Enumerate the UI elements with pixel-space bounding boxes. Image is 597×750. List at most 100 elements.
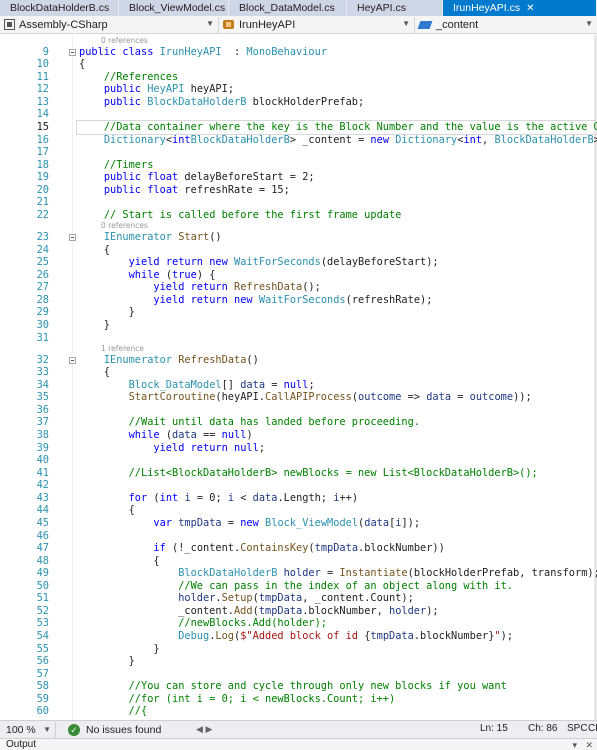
code-token: }: [79, 318, 110, 331]
close-icon[interactable]: ✕: [585, 739, 593, 750]
code-token: .Length;: [277, 491, 334, 504]
code-line[interactable]: 45 var tmpData = new Block_ViewModel(dat…: [0, 517, 597, 530]
code-line[interactable]: 29 }: [0, 306, 597, 319]
code-text: //{: [79, 705, 148, 718]
code-line[interactable]: 9 public class IrunHeyAPI : MonoBehaviour: [0, 46, 597, 59]
line-ending-indicator[interactable]: CR: [588, 723, 597, 734]
arrow-left-icon[interactable]: ◀: [196, 724, 203, 734]
code-line[interactable]: 25 yield return new WaitForSeconds(delay…: [0, 256, 597, 269]
project-dropdown[interactable]: Assembly-CSharp ▼: [0, 16, 219, 33]
code-line[interactable]: 52 _content.Add(tmpData.blockNumber, hol…: [0, 605, 597, 618]
code-line[interactable]: 31: [0, 332, 597, 345]
tab-irunheyapi[interactable]: IrunHeyAPI.cs ✕: [443, 0, 597, 16]
code-text: yield return RefreshData();: [79, 281, 320, 294]
member-dropdown[interactable]: _content ▼: [415, 17, 597, 33]
codelens-references[interactable]: 0 references: [101, 36, 148, 45]
code-line[interactable]: 59 //for (int i = 0; i < newBlocks.Count…: [0, 693, 597, 706]
code-line[interactable]: 24 {: [0, 244, 597, 257]
code-text: yield return null;: [79, 442, 265, 455]
line-number-indicator[interactable]: Ln: 15: [480, 723, 508, 734]
code-token: (heyAPI.: [215, 391, 266, 404]
code-line[interactable]: 37 //Wait until data has landed before p…: [0, 416, 597, 429]
code-line[interactable]: 30 }: [0, 319, 597, 332]
code-line[interactable]: 48 {: [0, 555, 597, 568]
code-token: RefreshData: [234, 281, 303, 294]
chevron-down-icon[interactable]: ▾: [572, 739, 577, 750]
code-line[interactable]: 36: [0, 404, 597, 417]
code-line[interactable]: 38 while (data == null): [0, 429, 597, 442]
code-line[interactable]: 44 {: [0, 504, 597, 517]
code-line[interactable]: 58 //You can store and cycle through onl…: [0, 680, 597, 693]
arrow-right-icon[interactable]: ▶: [205, 724, 212, 734]
code-line[interactable]: 42: [0, 479, 597, 492]
code-line[interactable]: 53 //newBlocks.Add(holder);: [0, 617, 597, 630]
code-token: int: [172, 133, 191, 146]
code-line[interactable]: 22 // Start is called before the first f…: [0, 209, 597, 222]
zoom-dropdown[interactable]: 100 % ▼: [0, 721, 56, 738]
codelens-references[interactable]: 0 references: [101, 221, 148, 230]
code-line[interactable]: 17: [0, 146, 597, 159]
code-line[interactable]: 11 //References: [0, 71, 597, 84]
code-token: (blockHolderPrefab, transform);: [407, 567, 597, 580]
code-line[interactable]: 16 Dictionary<intBlockDataHolderB> _cont…: [0, 134, 597, 147]
code-line[interactable]: 50 //We can pass in the index of an obje…: [0, 580, 597, 593]
code-token: public: [103, 83, 148, 96]
code-line[interactable]: 55 }: [0, 643, 597, 656]
code-line[interactable]: 27 yield return RefreshData();: [0, 281, 597, 294]
collapse-icon[interactable]: [69, 48, 76, 56]
code-line[interactable]: 10 {: [0, 58, 597, 71]
close-icon[interactable]: ✕: [526, 3, 534, 14]
column-indicator[interactable]: Ch: 86: [528, 723, 557, 734]
code-line[interactable]: 32 IEnumerator RefreshData(): [0, 354, 597, 367]
code-line[interactable]: 13 public BlockDataHolderB blockHolderPr…: [0, 96, 597, 109]
code-line[interactable]: 56 }: [0, 655, 597, 668]
code-token: }: [79, 306, 135, 319]
code-line[interactable]: 26 while (true) {: [0, 269, 597, 282]
code-line[interactable]: 33 {: [0, 366, 597, 379]
tab-block-datamodel[interactable]: Block_DataModel.cs✕: [229, 0, 347, 16]
code-line[interactable]: 19 public float delayBeforeStart = 2;: [0, 171, 597, 184]
code-line[interactable]: 34 Block_DataModel[] data = null;: [0, 379, 597, 392]
whitespace-mode-indicator[interactable]: SPC: [567, 723, 588, 734]
code-line[interactable]: 15 //Data container where the key is the…: [0, 119, 597, 135]
code-line[interactable]: 49 BlockDataHolderB holder = Instantiate…: [0, 567, 597, 580]
code-line[interactable]: 39 yield return null;: [0, 442, 597, 455]
code-line[interactable]: 12 public HeyAPI heyAPI;: [0, 83, 597, 96]
tab-blockdataholderb[interactable]: BlockDataHolderB.cs✕: [0, 0, 119, 16]
code-token: yield: [153, 293, 191, 306]
tab-block-viewmodel[interactable]: Block_ViewModel.cs✕: [119, 0, 229, 16]
code-line[interactable]: 60 //{: [0, 705, 597, 718]
code-token: .blockNumber}: [413, 630, 495, 642]
code-line[interactable]: 35 StartCoroutine(heyAPI.CallAPIProcess(…: [0, 391, 597, 404]
codelens-references[interactable]: 1 reference: [101, 344, 144, 353]
tab-heyapi[interactable]: HeyAPI.cs✕: [347, 0, 443, 16]
code-line[interactable]: 43 for (int i = 0; i < data.Length; i++): [0, 492, 597, 505]
code-editor[interactable]: 0 references 9 public class IrunHeyAPI : M…: [0, 35, 597, 720]
code-line[interactable]: 54 Debug.Log($"Added block of id {tmpDat…: [0, 630, 597, 643]
output-title: Output: [6, 739, 37, 750]
code-line[interactable]: 46: [0, 530, 597, 543]
issues-indicator[interactable]: ✓ No issues found: [68, 722, 178, 738]
code-line[interactable]: 40: [0, 454, 597, 467]
code-line[interactable]: 18 //Timers: [0, 159, 597, 172]
code-line[interactable]: 57: [0, 668, 597, 681]
code-line[interactable]: 14: [0, 108, 597, 121]
code-line[interactable]: 21: [0, 196, 597, 209]
collapse-icon[interactable]: [69, 234, 76, 242]
type-dropdown[interactable]: IrunHeyAPI ▼: [219, 16, 415, 33]
code-line[interactable]: 23 IEnumerator Start(): [0, 231, 597, 244]
code-line[interactable]: 41 //List<BlockDataHolderB> newBlocks = …: [0, 467, 597, 480]
code-line[interactable]: 28 yield return new WaitForSeconds(refre…: [0, 294, 597, 307]
code-line[interactable]: 47 if (!_content.ContainsKey(tmpData.blo…: [0, 542, 597, 555]
code-line[interactable]: 51 holder.Setup(tmpData, _content.Count)…: [0, 592, 597, 605]
collapse-icon[interactable]: [69, 356, 76, 364]
code-line[interactable]: 20 public float refreshRate = 15;: [0, 184, 597, 197]
line-number: 45: [36, 516, 49, 529]
code-token: public: [103, 183, 148, 196]
